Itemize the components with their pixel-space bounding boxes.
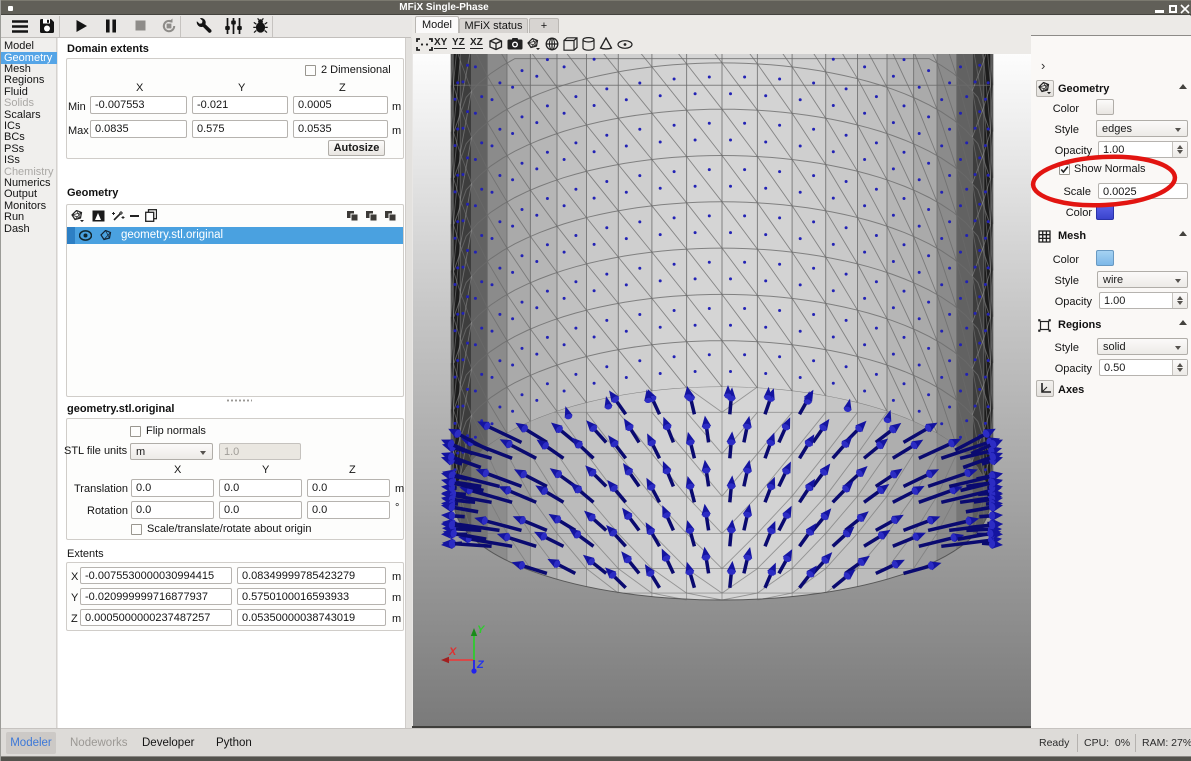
svg-text:X: X [448,646,457,658]
svg-text:Z: Z [476,659,485,671]
